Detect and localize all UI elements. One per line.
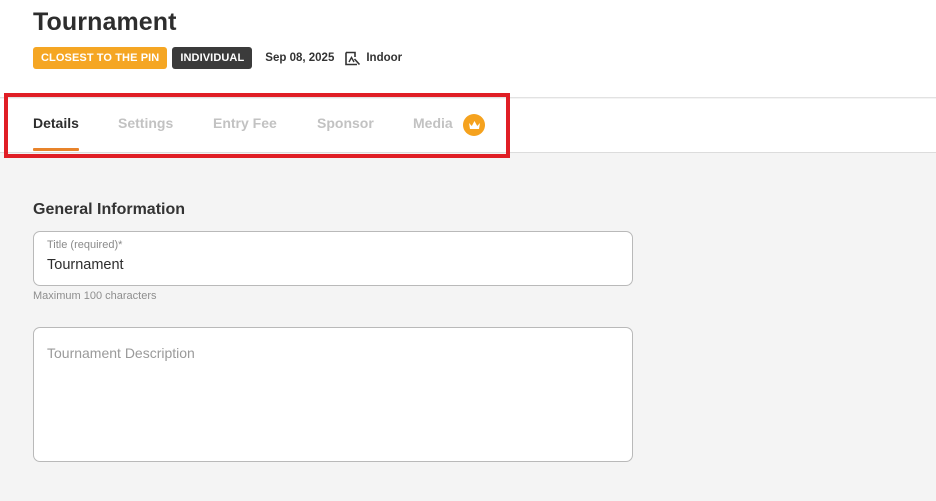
description-placeholder: Tournament Description [47,345,195,361]
tournament-venue: Indoor [366,52,403,64]
type-badge: INDIVIDUAL [172,47,253,69]
tab-media[interactable]: Media [413,99,488,153]
active-tab-indicator [33,148,79,151]
page-title: Tournament [33,8,177,36]
title-field-label: Title (required)* [47,239,123,251]
format-badge: CLOSEST TO THE PIN [33,47,168,69]
crown-icon [463,114,485,136]
title-helper-text: Maximum 100 characters [33,290,157,302]
description-field[interactable]: Tournament Description [33,327,633,462]
tab-details-label: Details [33,115,79,131]
tab-settings[interactable]: Settings [118,99,173,153]
title-field[interactable]: Title (required)* Tournament [33,231,633,286]
section-title-general: General Information [33,201,186,218]
tab-settings-label: Settings [118,115,174,131]
tab-entry-fee-label: Entry Fee [213,115,277,131]
tab-media-label: Media [413,115,453,131]
tab-details[interactable]: Details [33,99,79,153]
title-input[interactable]: Tournament [47,257,124,273]
tab-entry-fee[interactable]: Entry Fee [213,99,277,153]
tournament-date: Sep 08, 2025 [265,52,335,64]
tab-sponsor[interactable]: Sponsor [317,99,374,153]
tournament-meta: CLOSEST TO THE PIN INDIVIDUAL Sep 08, 20… [33,47,402,69]
tab-sponsor-label: Sponsor [317,115,374,131]
flag-map-icon [344,51,361,66]
page-header: Tournament CLOSEST TO THE PIN INDIVIDUAL… [0,0,936,98]
tab-bar: Details Settings Entry Fee Sponsor Media [0,99,936,153]
